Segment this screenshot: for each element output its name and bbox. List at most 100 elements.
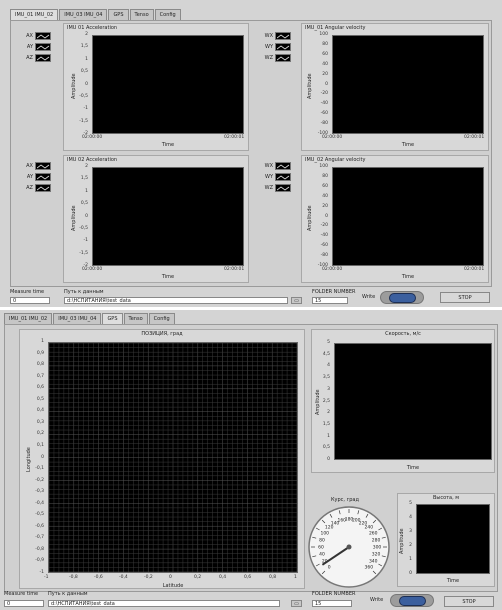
plot-style-icon[interactable] — [275, 183, 291, 192]
legend-item-az[interactable]: AZ — [21, 53, 53, 62]
plot-style-icon[interactable] — [275, 172, 291, 181]
imu-panel: AX AY AZ IMU 01 Acceleration Amplitude T… — [10, 20, 492, 287]
x-axis-label: Latitude — [162, 583, 184, 589]
tab-gps[interactable]: GPS — [108, 9, 129, 20]
y-tick: -0,8 — [35, 546, 44, 552]
plot-area[interactable] — [332, 35, 484, 134]
plot-style-icon[interactable] — [275, 161, 291, 170]
stop-button[interactable]: STOP — [440, 292, 490, 303]
tab-config[interactable]: Config — [148, 313, 175, 324]
plot-style-icon[interactable] — [35, 53, 51, 62]
y-tick: 3 — [409, 529, 412, 534]
plot-style-icon[interactable] — [275, 31, 291, 40]
x-tick: 0,8 — [269, 575, 277, 580]
plot-area[interactable] — [332, 167, 484, 266]
toggle-knob — [399, 596, 426, 606]
plot-style-icon[interactable] — [35, 183, 51, 192]
legend-item-ax[interactable]: AX — [21, 31, 53, 40]
course-title: Курс, град — [331, 497, 359, 503]
folder-number-field[interactable]: 15 — [312, 600, 352, 607]
legend-item-wy[interactable]: WY — [261, 42, 293, 51]
tab-tenso[interactable]: Tenso — [129, 9, 154, 20]
browse-folder-icon[interactable]: ▭ — [291, 600, 302, 607]
tab-imu-03-04[interactable]: IMU_03 IMU_04 — [59, 9, 108, 20]
plot-style-icon[interactable] — [35, 161, 51, 170]
legend-item-wy[interactable]: WY — [261, 172, 293, 181]
speed-plot-area[interactable] — [334, 343, 492, 460]
y-tick: -0,4 — [35, 500, 44, 506]
tab-imu-01-02[interactable]: IMU_01 IMU_02 — [10, 9, 59, 20]
x-tick: -0,2 — [144, 575, 153, 580]
legend-label: AZ — [26, 54, 33, 61]
path-field[interactable]: d:\НСПИТАНИЯ\test_data — [48, 600, 280, 607]
write-toggle[interactable] — [390, 594, 434, 607]
y-tick: 4,5 — [322, 351, 330, 357]
legend-label: WZ — [264, 184, 273, 191]
legend-label: AY — [26, 173, 33, 180]
chart-title: ПОЗИЦИЯ, град — [141, 331, 183, 337]
legend-item-wz[interactable]: WZ — [261, 53, 293, 62]
legend-item-ay[interactable]: AY — [21, 42, 53, 51]
gauge-tick-label: 40 — [319, 552, 325, 558]
x-axis-label: Time — [406, 465, 420, 471]
gauge-tick-label: 300 — [373, 545, 382, 551]
y-tick: 0,3 — [36, 419, 44, 425]
legend-item-wx[interactable]: WX — [261, 31, 293, 40]
write-label: Write — [362, 294, 376, 300]
speed-chart: Скорость, м/с Amplitude Time 5 4,5 4 3,5 3 2,… — [311, 329, 495, 473]
plot-style-icon[interactable] — [275, 53, 291, 62]
x-tick: -0,4 — [119, 575, 128, 580]
position-chart: ПОЗИЦИЯ, град Longitude Latitude 1 0,9 0,8… — [19, 329, 305, 589]
y-tick: 0 — [325, 81, 328, 87]
y-tick: -40 — [320, 101, 328, 107]
y-tick: -60 — [320, 111, 328, 117]
tab-imu-03-04[interactable]: IMU_03 IMU_04 — [53, 313, 102, 324]
measure-time-field[interactable]: 0 — [4, 600, 44, 607]
y-tick: 4 — [409, 515, 412, 520]
legend-label: WY — [265, 43, 273, 50]
position-plot-area[interactable] — [48, 342, 298, 573]
tab-config[interactable]: Config — [154, 9, 181, 20]
legend-item-wz[interactable]: WZ — [261, 183, 293, 192]
gauge-tick-label: 360 — [365, 564, 374, 570]
plot-style-icon[interactable] — [35, 172, 51, 181]
path-label: Путь к данным — [64, 289, 104, 295]
y-tick: 2 — [85, 32, 88, 37]
y-tick: -1,5 — [79, 250, 88, 256]
imu02-angular-legend: WX WY WZ — [261, 161, 293, 194]
y-tick: -2 — [83, 263, 89, 268]
folder-number-label: FOLDER NUMBER — [312, 289, 356, 295]
x-tick: 02:00:01 — [224, 267, 245, 272]
y-tick: -0,6 — [35, 523, 44, 529]
write-toggle[interactable] — [380, 291, 424, 304]
chart-title: IMU 01 Acceleration — [67, 25, 118, 31]
browse-folder-icon[interactable]: ▭ — [291, 297, 302, 304]
legend-item-ax[interactable]: AX — [21, 161, 53, 170]
gauge-tick-label: 340 — [369, 559, 378, 565]
measure-time-field[interactable]: 0 — [10, 297, 50, 304]
plot-area[interactable] — [92, 35, 244, 134]
path-field[interactable]: d:\НСПИТАНИЯ\test_data — [64, 297, 288, 304]
y-tick: 40 — [322, 61, 328, 67]
legend-item-az[interactable]: AZ — [21, 183, 53, 192]
plot-style-icon[interactable] — [275, 42, 291, 51]
plot-area[interactable] — [92, 167, 244, 266]
gauge-tick-label: 260 — [369, 531, 378, 537]
y-tick: 20 — [322, 71, 328, 77]
height-plot-area[interactable] — [416, 504, 490, 574]
tab-tenso[interactable]: Tenso — [123, 313, 148, 324]
legend-item-wx[interactable]: WX — [261, 161, 293, 170]
tab-gps[interactable]: GPS — [102, 313, 123, 324]
y-tick: -1,5 — [79, 118, 88, 124]
legend-item-ay[interactable]: AY — [21, 172, 53, 181]
y-axis-label: Amplitude — [71, 73, 77, 99]
y-tick: 0 — [85, 81, 88, 87]
tab-imu-01-02[interactable]: IMU_01 IMU_02 — [4, 313, 53, 324]
course-gauge[interactable]: 0204060801001201401601802002202402602803… — [307, 505, 391, 591]
folder-number-field[interactable]: 15 — [312, 297, 348, 304]
stop-button[interactable]: STOP — [444, 596, 494, 607]
plot-style-icon[interactable] — [35, 31, 51, 40]
gauge-tick-label: 0 — [328, 564, 331, 570]
legend-label: AX — [26, 162, 33, 169]
plot-style-icon[interactable] — [35, 42, 51, 51]
